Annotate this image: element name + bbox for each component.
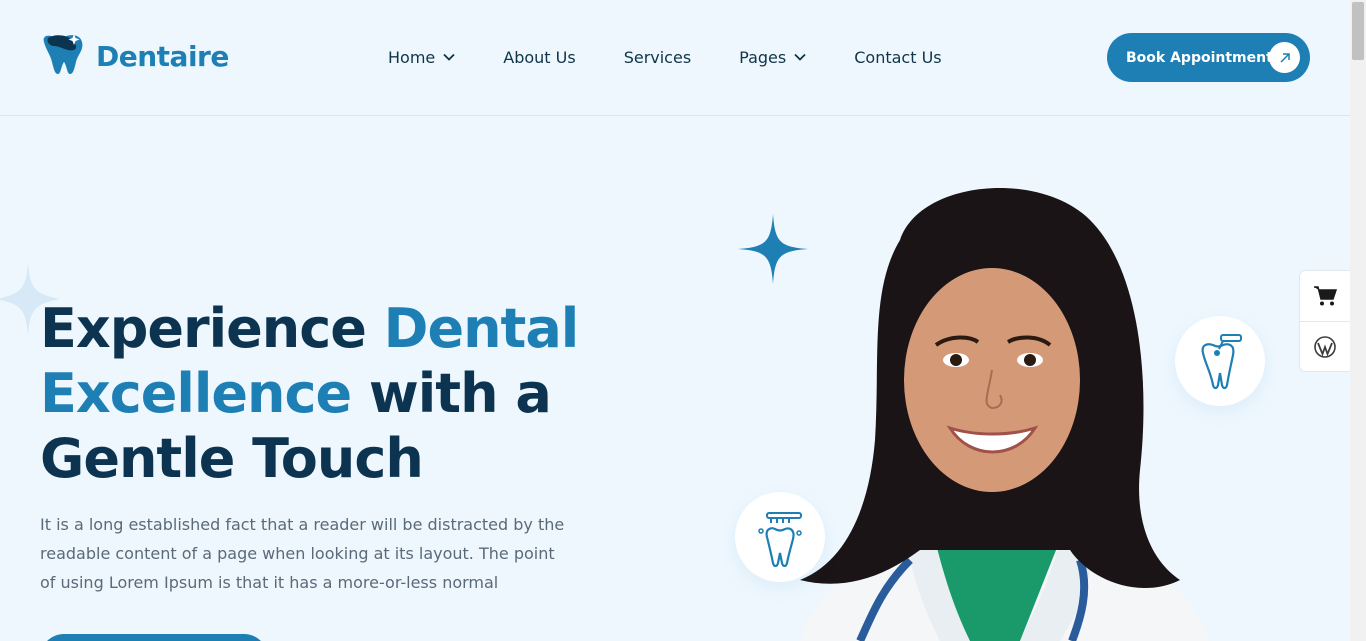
hero-title-text: with a: [351, 362, 552, 425]
cart-icon: [1314, 286, 1337, 306]
toothbrush-badge: [735, 492, 825, 582]
nav-item-pages[interactable]: Pages: [739, 46, 806, 68]
hero-cta-button[interactable]: [40, 634, 268, 641]
site-header: Dentaire Home About Us Services Pages Co…: [0, 0, 1350, 116]
chevron-down-icon: [443, 53, 455, 61]
hero-title: Experience Dental Excellence with a Gent…: [40, 296, 660, 491]
hero-title-text: Experience: [40, 297, 384, 360]
cart-button[interactable]: [1300, 271, 1350, 321]
nav-item-contact[interactable]: Contact Us: [854, 46, 941, 68]
toothbrush-tooth-icon: [758, 512, 802, 567]
hero-title-text: Gentle Touch: [40, 427, 424, 490]
arrow-up-right-icon: [1269, 42, 1300, 73]
nav-item-home[interactable]: Home: [388, 46, 455, 68]
chevron-down-icon: [794, 53, 806, 61]
nav-item-label: About Us: [503, 47, 576, 67]
nav-item-label: Contact Us: [854, 47, 942, 67]
brand-name: Dentaire: [96, 39, 229, 73]
nav-item-about[interactable]: About Us: [503, 46, 575, 68]
scrollbar-thumb[interactable]: [1352, 2, 1364, 60]
nav-item-label: Services: [623, 47, 692, 67]
book-appointment-button[interactable]: Book Appointment: [1107, 33, 1310, 82]
book-appointment-label: Book Appointment: [1126, 49, 1273, 66]
tooth-drill-icon: [1201, 334, 1242, 390]
nav-item-label: Pages: [739, 47, 787, 67]
tooth-drill-badge: [1175, 316, 1265, 406]
wordpress-icon: [1314, 335, 1336, 358]
nav-item-label: Home: [388, 47, 436, 67]
scrollbar[interactable]: [1350, 0, 1366, 641]
logo[interactable]: Dentaire: [40, 32, 229, 80]
wordpress-button[interactable]: [1300, 321, 1350, 371]
hero-title-highlight: Dental: [383, 297, 580, 360]
doctor-photo: [800, 187, 1210, 641]
main-nav: Home About Us Services Pages Contact Us: [388, 46, 942, 68]
side-widget: [1299, 270, 1350, 372]
tooth-logo-icon: [40, 32, 88, 80]
hero-title-highlight: Excellence: [40, 362, 352, 425]
nav-item-services[interactable]: Services: [624, 46, 691, 68]
hero-description: It is a long established fact that a rea…: [40, 515, 565, 592]
